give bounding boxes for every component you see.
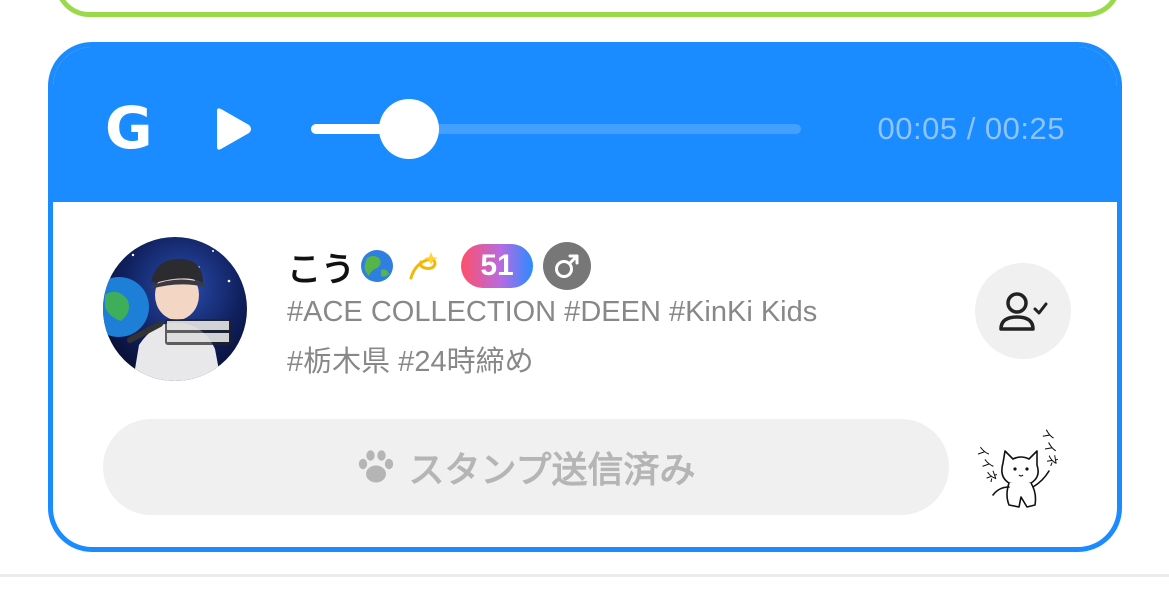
play-button[interactable] [213,107,253,151]
male-symbol-icon [555,254,579,278]
paw-icon [358,450,393,483]
gender-badge [543,242,591,290]
tags-line-1: #ACE COLLECTION #DEEN #KinKi Kids [287,296,818,328]
play-icon [217,108,251,150]
app-logo: G [105,94,153,162]
user-tags: #ACE COLLECTION #DEEN #KinKi Kids #栃木県 #… [287,287,967,387]
user-check-icon [999,292,1048,331]
dizzy-emoji-icon [409,252,438,280]
progress-thumb[interactable] [379,99,439,159]
user-name-row: こう 51 [287,242,591,290]
globe-asia-emoji-icon [361,250,393,282]
tags-line-2: #栃木県 #24時締め [287,346,534,378]
cat-sticker: イイネ イイネ [972,425,1073,515]
stamp-sent-button[interactable]: スタンプ送信済み [103,419,949,515]
sticker-text-right: イイネ [1038,427,1060,468]
playback-time: 00:05 / 00:25 [877,111,1065,146]
sticker-text-left: イイネ [973,444,1000,486]
stamp-sent-label: スタンプ送信済み [408,450,696,491]
previous-card-edge [55,0,1121,17]
playback-progress-slider[interactable] [311,99,801,159]
follow-status-button[interactable] [975,263,1071,359]
voice-post-card: G 00:05 / 00:25 こう 51 #ACE COLLECTION #D… [48,42,1122,552]
audio-player: G 00:05 / 00:25 [53,47,1117,202]
level-badge: 51 [461,244,533,288]
user-avatar[interactable] [103,237,247,381]
user-name: こう [287,249,355,290]
next-section [0,577,1169,606]
